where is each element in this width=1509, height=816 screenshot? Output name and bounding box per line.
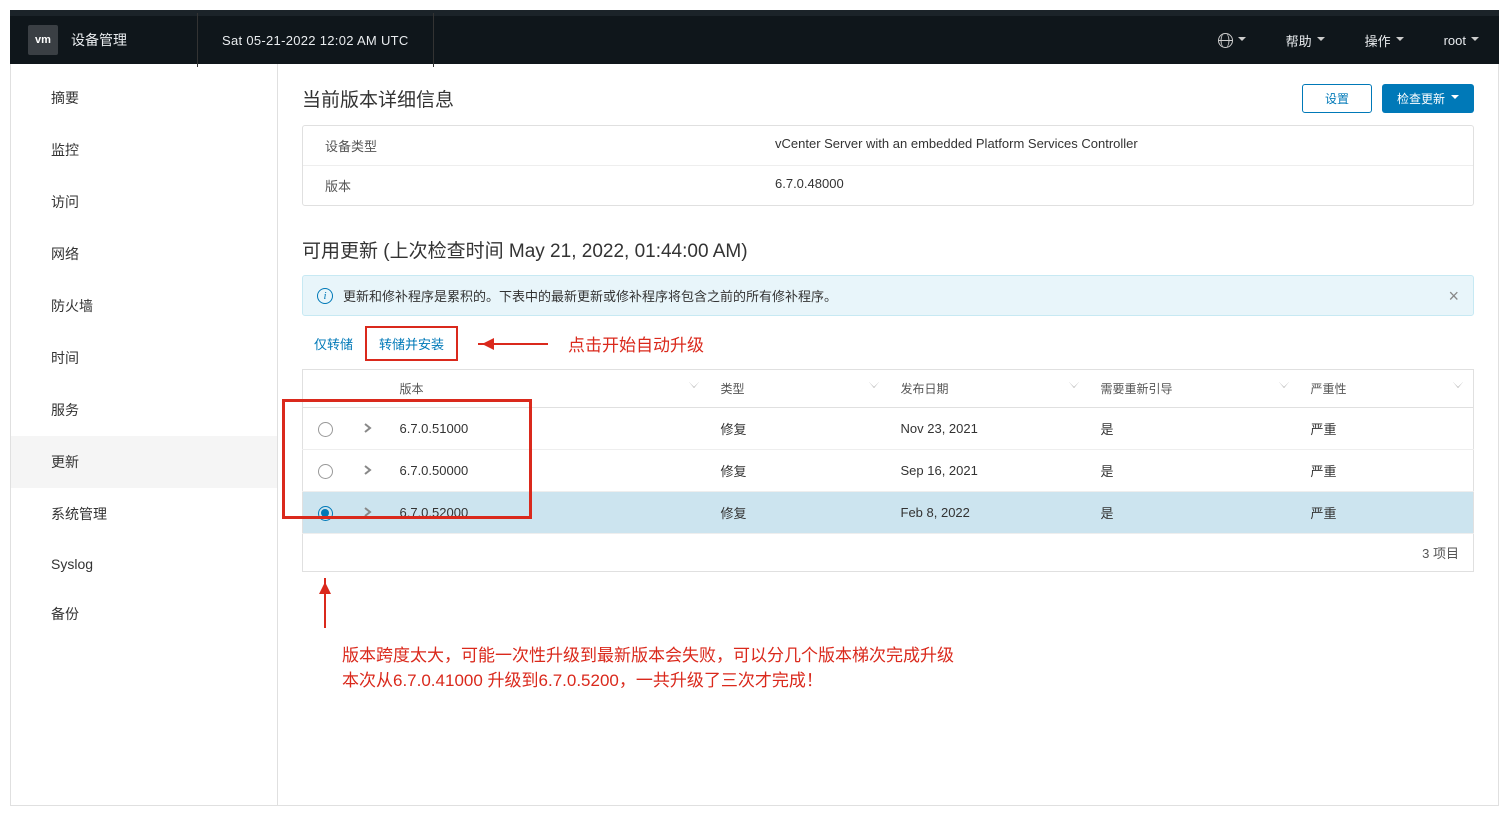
annotation-note-2: 本次从6.7.0.41000 升级到6.7.0.5200，一共升级了三次才完成！: [342, 666, 1474, 691]
actions-label: 操作: [1365, 31, 1391, 50]
cell-date: Feb 8, 2022: [889, 492, 1089, 534]
chevron-right-icon[interactable]: [363, 421, 373, 436]
col-reboot[interactable]: 需要重新引导: [1089, 370, 1299, 408]
sidebar-item-summary[interactable]: 摘要: [11, 72, 277, 124]
info-icon: i: [317, 288, 333, 304]
cell-date: Nov 23, 2021: [889, 408, 1089, 450]
stage-only-link[interactable]: 仅转储: [302, 328, 365, 359]
actions-menu[interactable]: 操作: [1365, 31, 1404, 50]
cell-severity: 严重: [1299, 450, 1474, 492]
chevron-down-icon: [1317, 33, 1325, 48]
chevron-down-icon: [1238, 33, 1246, 48]
language-menu[interactable]: [1218, 33, 1246, 48]
user-menu[interactable]: root: [1444, 33, 1479, 48]
annotation-note-1: 版本跨度太大，可能一次性升级到最新版本会失败，可以分几个版本梯次完成升级: [342, 641, 1474, 666]
filter-icon[interactable]: [869, 382, 879, 393]
sidebar-item-access[interactable]: 访问: [11, 176, 277, 228]
col-date[interactable]: 发布日期: [889, 370, 1089, 408]
cell-version: 6.7.0.52000: [388, 492, 709, 534]
app-title: 设备管理: [71, 30, 127, 50]
detail-value-version: 6.7.0.48000: [775, 176, 844, 195]
col-type[interactable]: 类型: [709, 370, 889, 408]
updates-table: 版本 类型 发布日期 需要重新引导 严重性 6.7.0.51000 修复 Nov…: [302, 369, 1474, 534]
annotation-click-hint: 点击开始自动升级: [568, 331, 704, 356]
chevron-right-icon[interactable]: [363, 505, 373, 520]
available-updates-title: 可用更新 (上次检查时间 May 21, 2022, 01:44:00 AM): [302, 236, 1474, 263]
sidebar-item-syslog[interactable]: Syslog: [11, 540, 277, 588]
table-row[interactable]: 6.7.0.51000 修复 Nov 23, 2021 是 严重: [303, 408, 1474, 450]
main-content: 当前版本详细信息 设置 检查更新 设备类型 vCenter Server wit…: [278, 64, 1498, 805]
sidebar-item-firewall[interactable]: 防火墙: [11, 280, 277, 332]
sidebar-item-monitor[interactable]: 监控: [11, 124, 277, 176]
cell-reboot: 是: [1089, 450, 1299, 492]
table-footer: 3 项目: [302, 534, 1474, 572]
table-row[interactable]: 6.7.0.50000 修复 Sep 16, 2021 是 严重: [303, 450, 1474, 492]
chevron-right-icon[interactable]: [363, 463, 373, 478]
sidebar-item-network[interactable]: 网络: [11, 228, 277, 280]
cell-type: 修复: [709, 408, 889, 450]
sidebar-item-services[interactable]: 服务: [11, 384, 277, 436]
cell-severity: 严重: [1299, 492, 1474, 534]
info-alert: i 更新和修补程序是累积的。下表中的最新更新或修补程序将包含之前的所有修补程序。…: [302, 275, 1474, 316]
filter-icon[interactable]: [1279, 382, 1289, 393]
cell-type: 修复: [709, 450, 889, 492]
cell-date: Sep 16, 2021: [889, 450, 1089, 492]
check-updates-button[interactable]: 检查更新: [1382, 84, 1474, 113]
sidebar-item-time[interactable]: 时间: [11, 332, 277, 384]
annotation-arrow-icon: [324, 578, 326, 628]
chevron-down-icon: [1471, 33, 1479, 48]
alert-text: 更新和修补程序是累积的。下表中的最新更新或修补程序将包含之前的所有修补程序。: [343, 286, 837, 305]
cell-reboot: 是: [1089, 492, 1299, 534]
cell-type: 修复: [709, 492, 889, 534]
top-bar: vm 设备管理 Sat 05-21-2022 12:02 AM UTC 帮助 操…: [10, 10, 1499, 64]
detail-value-type: vCenter Server with an embedded Platform…: [775, 136, 1138, 155]
sidebar-item-admin[interactable]: 系统管理: [11, 488, 277, 540]
version-details-title: 当前版本详细信息: [302, 85, 454, 112]
user-label: root: [1444, 33, 1466, 48]
radio-select[interactable]: [318, 422, 333, 437]
sidebar-item-update[interactable]: 更新: [11, 436, 277, 488]
check-updates-label: 检查更新: [1397, 90, 1445, 107]
table-row[interactable]: 6.7.0.52000 修复 Feb 8, 2022 是 严重: [303, 492, 1474, 534]
stage-install-link[interactable]: 转储并安装: [365, 326, 458, 361]
version-details-box: 设备类型 vCenter Server with an embedded Pla…: [302, 125, 1474, 206]
detail-label-version: 版本: [325, 176, 775, 195]
radio-select[interactable]: [318, 506, 333, 521]
help-menu[interactable]: 帮助: [1286, 31, 1325, 50]
col-severity[interactable]: 严重性: [1299, 370, 1474, 408]
datetime-display: Sat 05-21-2022 12:02 AM UTC: [197, 13, 434, 67]
sidebar: 摘要 监控 访问 网络 防火墙 时间 服务 更新 系统管理 Syslog 备份: [11, 64, 278, 805]
filter-icon[interactable]: [1069, 382, 1079, 393]
cell-severity: 严重: [1299, 408, 1474, 450]
radio-select[interactable]: [318, 464, 333, 479]
cell-version: 6.7.0.51000: [388, 408, 709, 450]
col-version[interactable]: 版本: [388, 370, 709, 408]
detail-label-type: 设备类型: [325, 136, 775, 155]
sidebar-item-backup[interactable]: 备份: [11, 588, 277, 640]
chevron-down-icon: [1451, 91, 1459, 106]
settings-button[interactable]: 设置: [1302, 84, 1372, 113]
annotation-arrow-icon: [478, 343, 548, 345]
cell-reboot: 是: [1089, 408, 1299, 450]
chevron-down-icon: [1396, 33, 1404, 48]
globe-icon: [1218, 33, 1233, 48]
close-icon[interactable]: ×: [1448, 287, 1459, 305]
cell-version: 6.7.0.50000: [388, 450, 709, 492]
filter-icon[interactable]: [689, 382, 699, 393]
vmware-logo: vm: [28, 25, 58, 55]
help-label: 帮助: [1286, 31, 1312, 50]
filter-icon[interactable]: [1453, 382, 1463, 393]
